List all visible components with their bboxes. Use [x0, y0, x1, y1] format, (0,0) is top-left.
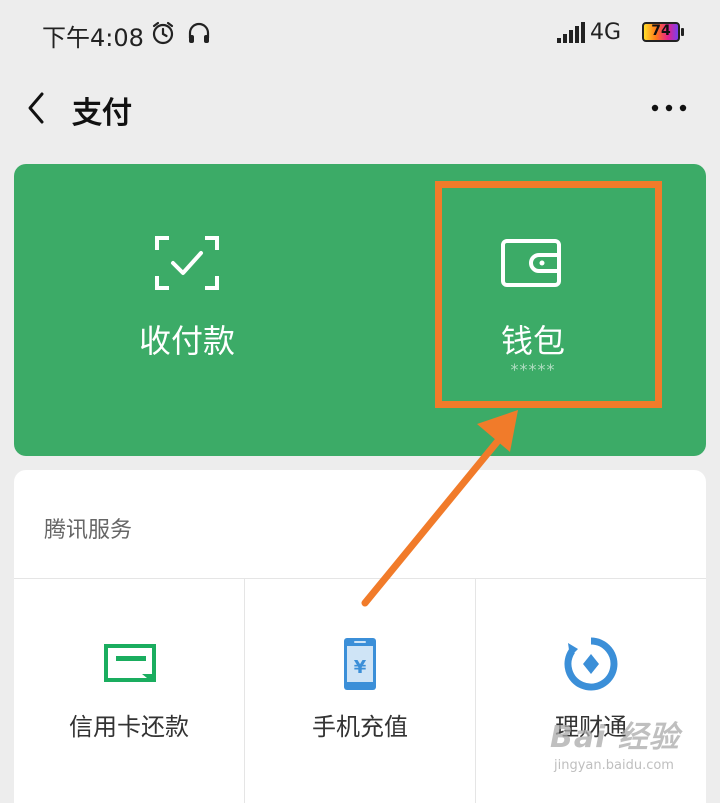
baidu-watermark: Bai 经验 jingyan.baidu.com: [548, 706, 718, 792]
watermark-main: Bai 经验: [550, 720, 680, 755]
watermark-url: jingyan.baidu.com: [554, 758, 674, 773]
pointer-arrow: [361, 410, 518, 607]
